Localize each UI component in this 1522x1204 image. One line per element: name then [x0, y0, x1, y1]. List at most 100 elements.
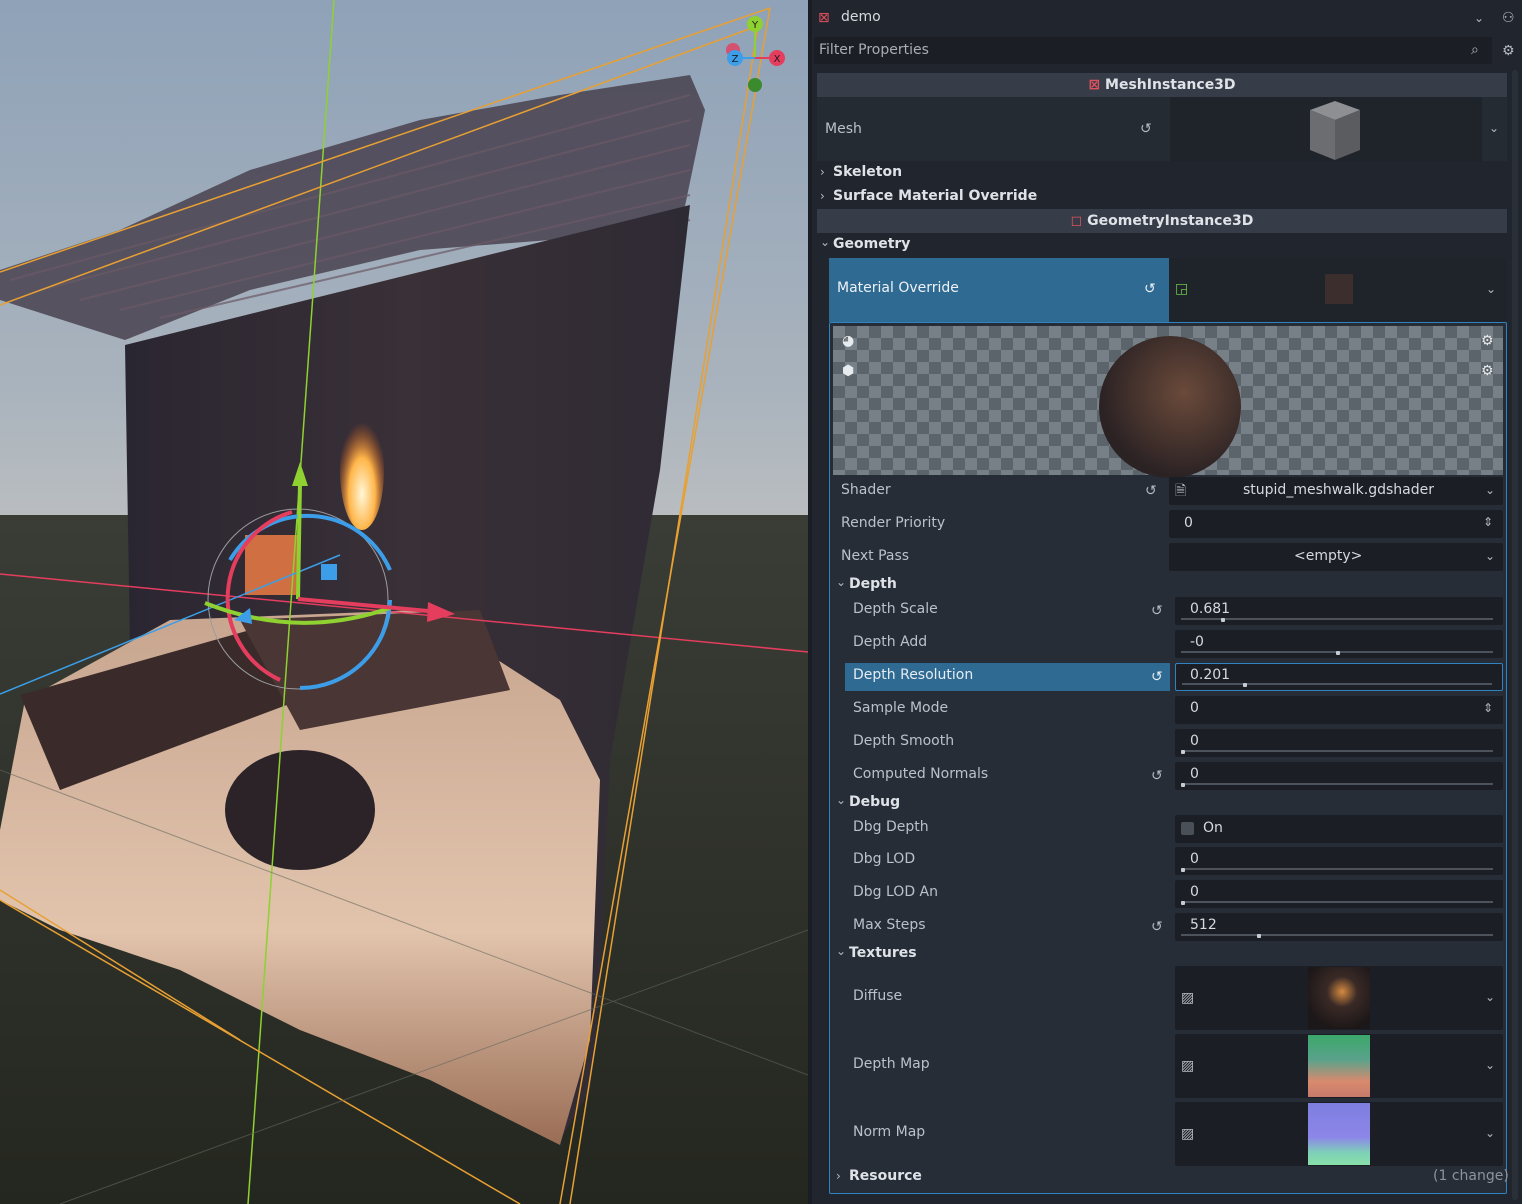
render-priority-label: Render Priority [841, 515, 946, 531]
slider-grabber[interactable] [1181, 750, 1185, 754]
max-steps-slider[interactable]: 512 [1175, 913, 1503, 941]
search-icon: ⌕ [1471, 42, 1479, 58]
norm-map-label: Norm Map [853, 1124, 926, 1140]
chevron-right-icon: › [836, 1169, 841, 1183]
slider-grabber[interactable] [1181, 901, 1185, 905]
section-textures[interactable]: ⌄ Textures [833, 943, 1503, 965]
preview-shape-icon[interactable]: ⬢ [842, 364, 854, 378]
section-depth[interactable]: ⌄ Depth [833, 574, 1503, 596]
candle-flame [340, 410, 384, 530]
computed-normals-slider[interactable]: 0 [1175, 762, 1503, 790]
section-surface-material-override[interactable]: › Surface Material Override [817, 186, 1507, 208]
computed-normals-row: Computed Normals ↺ 0 [812, 762, 1522, 790]
chevron-down-icon[interactable]: ⌄ [1485, 549, 1495, 563]
slider-grabber[interactable] [1336, 651, 1340, 655]
plane-handle[interactable] [321, 564, 337, 580]
dbg-depth-label: Dbg Depth [853, 819, 929, 835]
inspector-options-icon[interactable]: ⚙ [1502, 44, 1515, 58]
section-debug[interactable]: ⌄ Debug [833, 792, 1503, 814]
chevron-down-icon[interactable]: ⌄ [1485, 1058, 1495, 1072]
section-geometry[interactable]: ⌄ Geometry [817, 234, 1507, 256]
dbg-lod-an-slider[interactable]: 0 [1175, 880, 1503, 908]
depth-scale-slider[interactable]: 0.681 [1175, 597, 1503, 625]
depth-scale-label: Depth Scale [853, 601, 938, 617]
inspector-scrollbar[interactable] [1512, 70, 1518, 1200]
candle-holder [225, 750, 375, 870]
3d-viewport[interactable]: Y X Z [0, 0, 808, 1204]
chevron-down-icon[interactable]: ⌄ [1485, 483, 1495, 497]
material-override-row[interactable]: Material Override ↺ [829, 258, 1169, 322]
revert-icon[interactable]: ↺ [1140, 122, 1152, 136]
depth-smooth-row: Depth Smooth 0 [812, 729, 1522, 757]
revert-icon[interactable]: ↺ [1151, 769, 1163, 783]
mesh-dropdown-icon[interactable]: ⌄ [1489, 121, 1499, 135]
revert-icon[interactable]: ↺ [1151, 670, 1163, 684]
depth-resolution-value: 0.201 [1190, 667, 1231, 683]
diffuse-texture-picker[interactable]: ▨ ⌄ [1175, 966, 1503, 1030]
dbg-lod-slider[interactable]: 0 [1175, 847, 1503, 875]
sample-mode-spinbox[interactable]: 0 ⇕ [1175, 696, 1503, 724]
checkbox-box[interactable] [1181, 822, 1194, 835]
section-resource[interactable]: › Resource (1 change) [833, 1166, 1509, 1188]
max-steps-row: Max Steps ↺ 512 [812, 913, 1522, 941]
mesh-resource-picker[interactable] [1170, 97, 1482, 161]
environment-icon[interactable]: ⚙ [1481, 364, 1494, 378]
node-tree-icon[interactable]: ⚇ [1502, 11, 1515, 25]
material-override-label: Material Override [837, 280, 959, 296]
y-axis-label: Y [751, 20, 759, 31]
shader-label: Shader [841, 482, 891, 498]
shader-resource-picker[interactable]: 🗎 stupid_meshwalk.gdshader ⌄ [1169, 477, 1503, 505]
debug-section-label: Debug [849, 794, 901, 810]
category-geometryinstance3d: ◻ GeometryInstance3D [817, 209, 1507, 233]
section-skeleton[interactable]: › Skeleton [817, 162, 1507, 184]
viewport-scene[interactable]: Y X Z [0, 0, 808, 1204]
next-pass-row: Next Pass <empty> ⌄ [812, 543, 1522, 571]
slider-grabber[interactable] [1181, 783, 1185, 787]
neg-y-axis-handle[interactable] [748, 78, 762, 92]
sphere-mode-icon[interactable]: ⚙ [1481, 334, 1494, 348]
depth-smooth-slider[interactable]: 0 [1175, 729, 1503, 757]
mesh-instance-category-icon: ⊠ [1088, 77, 1101, 93]
updown-icon[interactable]: ⇕ [1483, 515, 1493, 529]
revert-icon[interactable]: ↺ [1151, 604, 1163, 618]
depth-map-texture-picker[interactable]: ▨ ⌄ [1175, 1034, 1503, 1098]
depth-resolution-row[interactable]: Depth Resolution ↺ [845, 663, 1170, 691]
filter-placeholder: Filter Properties [819, 42, 929, 58]
light-toggle-icon[interactable]: ◕ [842, 334, 854, 348]
slider-track [1182, 683, 1492, 685]
slider-track [1181, 934, 1493, 936]
chevron-down-icon[interactable]: ⌄ [1485, 1126, 1495, 1140]
next-pass-picker[interactable]: <empty> ⌄ [1169, 543, 1503, 571]
norm-map-texture-picker[interactable]: ▨ ⌄ [1175, 1102, 1503, 1166]
shader-file-name: stupid_meshwalk.gdshader [1243, 482, 1434, 498]
slider-grabber[interactable] [1243, 683, 1247, 687]
material-dropdown-icon[interactable]: ⌄ [1486, 282, 1496, 296]
slider-grabber[interactable] [1221, 618, 1225, 622]
diffuse-row: Diffuse ▨ ⌄ [812, 966, 1522, 1030]
slider-grabber[interactable] [1257, 934, 1261, 938]
dbg-lod-an-value: 0 [1190, 884, 1199, 900]
dbg-depth-checkbox[interactable]: On [1175, 815, 1503, 843]
chevron-right-icon: › [820, 189, 825, 203]
texture-file-icon: ▨ [1181, 1058, 1195, 1074]
filter-properties-field[interactable]: Filter Properties ⌕ [814, 37, 1492, 64]
chevron-down-icon[interactable]: ⌄ [1485, 990, 1495, 1004]
revert-icon[interactable]: ↺ [1151, 920, 1163, 934]
revert-icon[interactable]: ↺ [1144, 282, 1156, 296]
inspector-panel: ⊠ demo ⌄ ⚇ Filter Properties ⌕ ⚙ ⊠ MeshI… [812, 0, 1522, 1204]
z-axis-label: Z [732, 54, 739, 65]
depth-add-slider[interactable]: -0 [1175, 630, 1503, 658]
slider-grabber[interactable] [1181, 868, 1185, 872]
sample-mode-row: Sample Mode 0 ⇕ [812, 696, 1522, 724]
move-y-arrow-shaft[interactable] [296, 481, 302, 600]
slider-track [1181, 783, 1493, 785]
render-priority-value: 0 [1184, 515, 1193, 531]
depth-resolution-slider[interactable]: 0.201 [1175, 663, 1503, 691]
material-preview: ◕ ⬢ ⚙ ⚙ [833, 326, 1503, 478]
render-priority-spinbox[interactable]: 0 ⇕ [1169, 510, 1503, 538]
object-selector[interactable]: ⊠ demo ⌄ [812, 4, 1492, 32]
updown-icon[interactable]: ⇕ [1483, 701, 1493, 715]
material-resource-picker[interactable]: ◲ ⌄ [1169, 258, 1507, 322]
revert-icon[interactable]: ↺ [1145, 484, 1157, 498]
chevron-down-icon: ⌄ [836, 944, 847, 958]
